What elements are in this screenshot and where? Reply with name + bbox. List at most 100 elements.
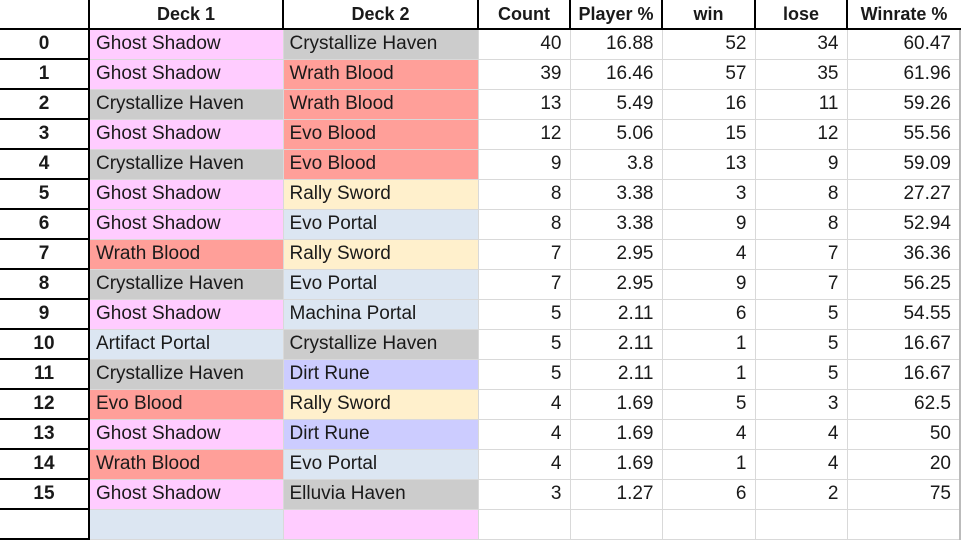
win-cell[interactable] (661, 508, 756, 540)
winrate-cell[interactable] (846, 508, 961, 540)
deck-2-cell[interactable] (282, 508, 479, 540)
deck-1-cell[interactable]: Wrath Blood (88, 238, 284, 270)
lose-cell[interactable]: 7 (754, 268, 848, 300)
lose-cell[interactable]: 5 (754, 298, 848, 330)
header-lose[interactable]: lose (754, 0, 847, 30)
row-index[interactable]: 14 (0, 449, 90, 480)
win-cell[interactable]: 4 (661, 418, 756, 450)
winrate-cell[interactable]: 27.27 (846, 178, 961, 210)
deck-1-cell[interactable]: Crystallize Haven (88, 88, 284, 120)
row-index[interactable]: 4 (0, 149, 90, 180)
win-cell[interactable]: 6 (661, 298, 756, 330)
deck-1-cell[interactable]: Ghost Shadow (88, 418, 284, 450)
player-pct-cell[interactable]: 2.11 (569, 328, 663, 360)
row-index[interactable]: 11 (0, 359, 90, 390)
count-cell[interactable]: 13 (477, 88, 571, 120)
winrate-cell[interactable]: 59.09 (846, 148, 961, 180)
player-pct-cell[interactable]: 2.95 (569, 268, 663, 300)
count-cell[interactable]: 39 (477, 58, 571, 90)
row-index[interactable] (0, 509, 90, 540)
count-cell[interactable]: 5 (477, 358, 571, 390)
count-cell[interactable]: 7 (477, 238, 571, 270)
player-pct-cell[interactable]: 3.38 (569, 208, 663, 240)
count-cell[interactable]: 4 (477, 418, 571, 450)
count-cell[interactable]: 4 (477, 388, 571, 420)
header-index[interactable] (0, 0, 89, 30)
player-pct-cell[interactable] (569, 508, 663, 540)
deck-2-cell[interactable]: Wrath Blood (282, 58, 479, 90)
deck-2-cell[interactable]: Machina Portal (282, 298, 479, 330)
deck-2-cell[interactable]: Rally Sword (282, 178, 479, 210)
winrate-cell[interactable]: 62.5 (846, 388, 961, 420)
count-cell[interactable]: 7 (477, 268, 571, 300)
header-win[interactable]: win (661, 0, 755, 30)
player-pct-cell[interactable]: 16.88 (569, 28, 663, 60)
deck-1-cell[interactable]: Crystallize Haven (88, 148, 284, 180)
deck-1-cell[interactable]: Ghost Shadow (88, 208, 284, 240)
lose-cell[interactable]: 5 (754, 328, 848, 360)
win-cell[interactable]: 9 (661, 208, 756, 240)
row-index[interactable]: 13 (0, 419, 90, 450)
header-winrate[interactable]: Winrate % (846, 0, 960, 30)
row-index[interactable]: 3 (0, 119, 90, 150)
header-deck-2[interactable]: Deck 2 (282, 0, 478, 30)
deck-1-cell[interactable]: Ghost Shadow (88, 298, 284, 330)
deck-1-cell[interactable]: Crystallize Haven (88, 268, 284, 300)
winrate-cell[interactable]: 59.26 (846, 88, 961, 120)
deck-2-cell[interactable]: Elluvia Haven (282, 478, 479, 510)
win-cell[interactable]: 5 (661, 388, 756, 420)
row-index[interactable]: 1 (0, 59, 90, 90)
player-pct-cell[interactable]: 2.11 (569, 358, 663, 390)
winrate-cell[interactable]: 61.96 (846, 58, 961, 90)
deck-2-cell[interactable]: Rally Sword (282, 238, 479, 270)
deck-2-cell[interactable]: Evo Blood (282, 148, 479, 180)
lose-cell[interactable]: 34 (754, 28, 848, 60)
row-index[interactable]: 8 (0, 269, 90, 300)
player-pct-cell[interactable]: 1.69 (569, 448, 663, 480)
lose-cell[interactable]: 3 (754, 388, 848, 420)
deck-2-cell[interactable]: Wrath Blood (282, 88, 479, 120)
winrate-cell[interactable]: 50 (846, 418, 961, 450)
lose-cell[interactable]: 4 (754, 418, 848, 450)
win-cell[interactable]: 16 (661, 88, 756, 120)
row-index[interactable]: 2 (0, 89, 90, 120)
deck-2-cell[interactable]: Evo Portal (282, 448, 479, 480)
player-pct-cell[interactable]: 1.69 (569, 388, 663, 420)
row-index[interactable]: 10 (0, 329, 90, 360)
deck-2-cell[interactable]: Evo Blood (282, 118, 479, 150)
player-pct-cell[interactable]: 1.69 (569, 418, 663, 450)
win-cell[interactable]: 1 (661, 358, 756, 390)
count-cell[interactable] (477, 508, 571, 540)
winrate-cell[interactable]: 16.67 (846, 328, 961, 360)
lose-cell[interactable]: 7 (754, 238, 848, 270)
deck-2-cell[interactable]: Crystallize Haven (282, 328, 479, 360)
winrate-cell[interactable]: 60.47 (846, 28, 961, 60)
winrate-cell[interactable]: 55.56 (846, 118, 961, 150)
count-cell[interactable]: 12 (477, 118, 571, 150)
win-cell[interactable]: 3 (661, 178, 756, 210)
player-pct-cell[interactable]: 1.27 (569, 478, 663, 510)
count-cell[interactable]: 40 (477, 28, 571, 60)
player-pct-cell[interactable]: 2.11 (569, 298, 663, 330)
row-index[interactable]: 15 (0, 479, 90, 510)
win-cell[interactable]: 4 (661, 238, 756, 270)
win-cell[interactable]: 13 (661, 148, 756, 180)
row-index[interactable]: 12 (0, 389, 90, 420)
deck-2-cell[interactable]: Evo Portal (282, 268, 479, 300)
lose-cell[interactable]: 8 (754, 178, 848, 210)
winrate-cell[interactable]: 16.67 (846, 358, 961, 390)
lose-cell[interactable]: 8 (754, 208, 848, 240)
win-cell[interactable]: 57 (661, 58, 756, 90)
win-cell[interactable]: 15 (661, 118, 756, 150)
deck-2-cell[interactable]: Dirt Rune (282, 418, 479, 450)
deck-2-cell[interactable]: Dirt Rune (282, 358, 479, 390)
count-cell[interactable]: 8 (477, 178, 571, 210)
deck-2-cell[interactable]: Rally Sword (282, 388, 479, 420)
lose-cell[interactable]: 5 (754, 358, 848, 390)
row-index[interactable]: 5 (0, 179, 90, 210)
count-cell[interactable]: 3 (477, 478, 571, 510)
win-cell[interactable]: 1 (661, 328, 756, 360)
count-cell[interactable]: 5 (477, 298, 571, 330)
row-index[interactable]: 7 (0, 239, 90, 270)
winrate-cell[interactable]: 20 (846, 448, 961, 480)
